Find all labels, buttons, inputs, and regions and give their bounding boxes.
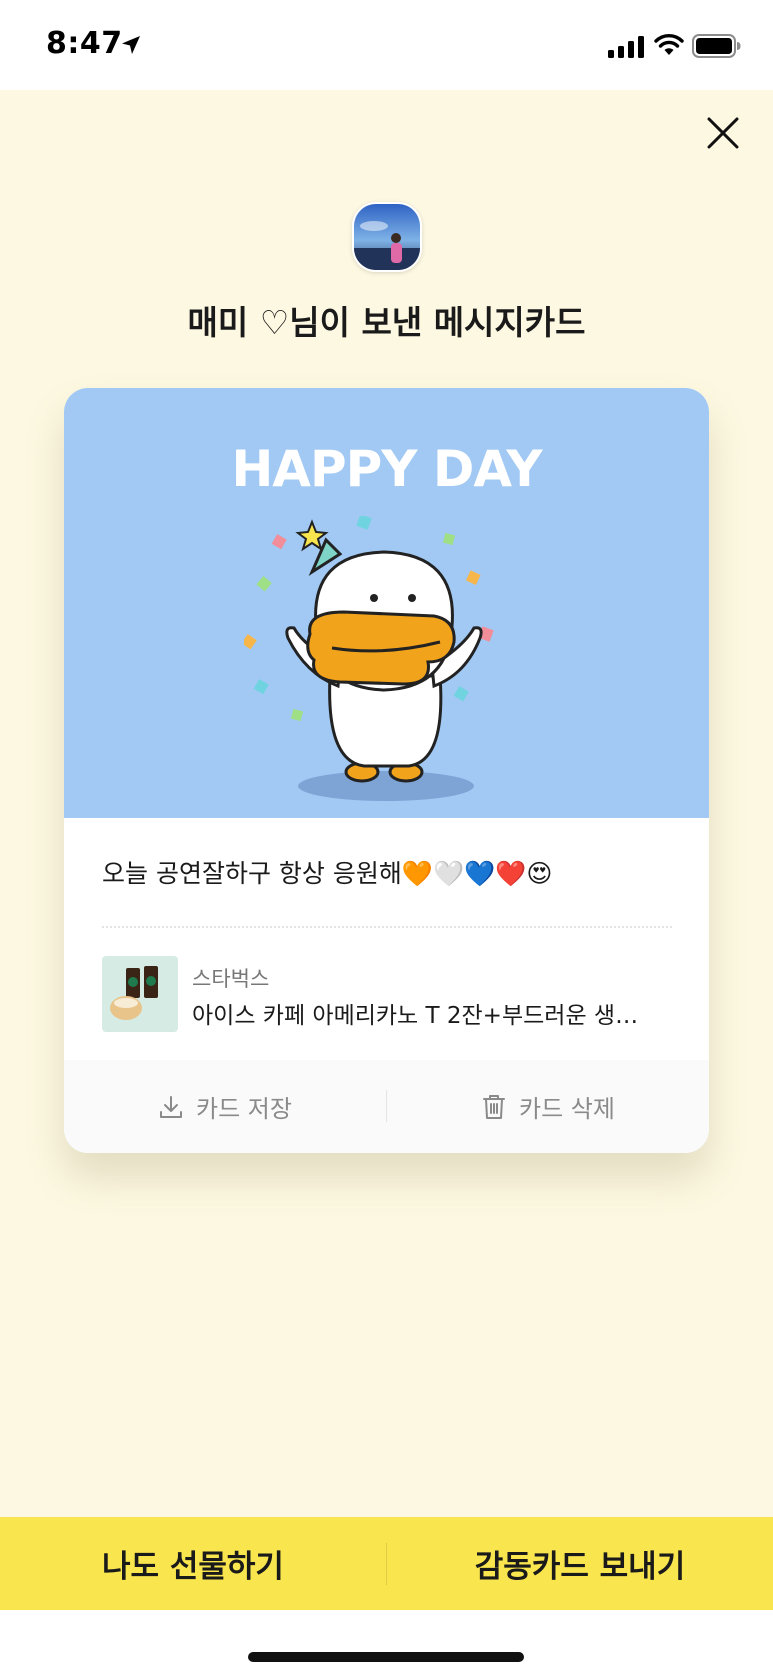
save-card-button[interactable]: 카드 저장 (64, 1060, 386, 1153)
status-bar: 8:47 (0, 0, 773, 90)
download-icon (160, 1095, 183, 1118)
battery-icon (692, 34, 741, 58)
gift-brand: 스타벅스 (192, 967, 270, 991)
status-time: 8:47 (46, 26, 123, 61)
home-indicator-area (0, 1610, 773, 1673)
avatar-photo (354, 204, 420, 270)
duck-character-illustration (244, 516, 494, 801)
card-image-text: HAPPY DAY (231, 440, 542, 498)
gift-thumbnail (102, 956, 178, 1032)
card-message: 오늘 공연잘하구 항상 응원해🧡🤍💙❤️😍 (102, 859, 553, 888)
delete-card-label: 카드 삭제 (519, 1095, 615, 1123)
message-card: HAPPY DAY 오늘 공연잘하구 항상 응원해🧡🤍💙❤️😍 스타벅스 아이스… (64, 388, 709, 1153)
bottom-action-bar: 나도 선물하기 감동카드 보내기 (0, 1517, 773, 1610)
location-arrow-icon (122, 36, 140, 54)
coffee-cake-image (110, 966, 158, 1020)
card-illustration: HAPPY DAY (64, 388, 709, 818)
gift-product-name[interactable]: 아이스 카페 아메리카노 T 2잔+부드러운 생… (192, 996, 672, 1030)
sender-avatar (352, 202, 422, 272)
trash-icon (483, 1094, 506, 1119)
close-icon[interactable] (700, 110, 746, 156)
signal-bars-icon (608, 36, 644, 58)
save-card-label: 카드 저장 (196, 1095, 292, 1123)
divider (102, 926, 672, 928)
send-gift-button[interactable]: 나도 선물하기 (0, 1517, 386, 1610)
wifi-icon (654, 34, 684, 55)
home-indicator[interactable] (248, 1652, 524, 1662)
delete-card-button[interactable]: 카드 삭제 (387, 1060, 709, 1153)
card-actions: 카드 저장 카드 삭제 (64, 1060, 709, 1153)
send-thanks-card-button[interactable]: 감동카드 보내기 (387, 1517, 773, 1610)
sender-title: 매미 ♡님이 보낸 메시지카드 (187, 303, 586, 342)
